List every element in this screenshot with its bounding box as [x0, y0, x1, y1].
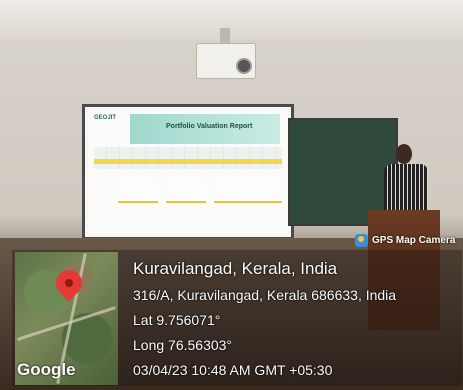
- slide-card: [248, 179, 282, 203]
- presenter-body: [384, 164, 428, 214]
- map-thumbnail: Google: [15, 252, 118, 385]
- slide-card: [118, 179, 158, 203]
- gps-badge-label: GPS Map Camera: [372, 235, 456, 246]
- slide-card: [166, 179, 206, 203]
- ceiling: [0, 0, 463, 40]
- gps-map-camera-icon: [355, 234, 368, 247]
- location-latitude: Lat 9.756071°: [133, 312, 221, 328]
- projection-screen: GEOJIT Portfolio Valuation Report: [82, 104, 294, 240]
- projector-lens: [236, 58, 252, 74]
- location-address: 316/A, Kuravilangad, Kerala 686633, Indi…: [133, 287, 397, 303]
- projected-slide: GEOJIT Portfolio Valuation Report: [88, 111, 288, 233]
- presenter-head: [396, 144, 412, 164]
- location-title: Kuravilangad, Kerala, India: [133, 259, 338, 278]
- slide-highlight-row: [94, 159, 282, 164]
- gps-map-camera-badge: GPS Map Camera: [355, 234, 455, 247]
- slide-logo: GEOJIT: [94, 115, 117, 121]
- location-timestamp: 03/04/23 10:48 AM GMT +05:30: [133, 362, 333, 378]
- slide-title: Portfolio Valuation Report: [166, 123, 253, 130]
- google-logo: Google: [17, 360, 76, 379]
- location-pin-dot: [65, 279, 73, 287]
- location-longitude: Long 76.56303°: [133, 337, 233, 353]
- slide-table: [94, 147, 282, 169]
- projector-mount: [220, 28, 230, 44]
- classroom-photo: GEOJIT Portfolio Valuation Report GPS Ma…: [0, 0, 463, 390]
